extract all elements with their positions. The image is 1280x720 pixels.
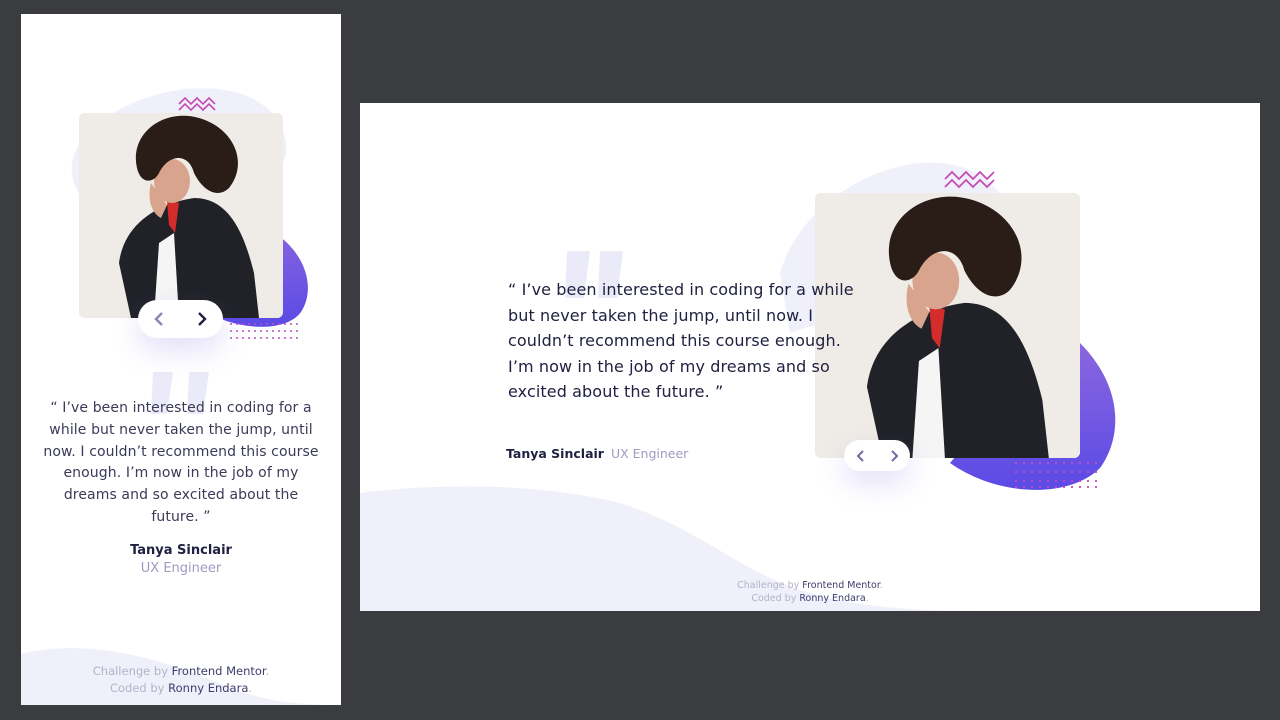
author-link[interactable]: Ronny Endara (168, 681, 248, 695)
next-button[interactable] (186, 303, 218, 335)
testimonial-quote: “ I’ve been interested in coding for a w… (43, 400, 319, 525)
attribution: Challenge by Frontend Mentor. Coded by R… (360, 579, 1260, 605)
prev-button[interactable] (143, 303, 175, 335)
author-role: UX Engineer (610, 446, 689, 461)
attribution-coded-prefix: Coded by (751, 593, 797, 604)
attribution-challenge-prefix: Challenge by (737, 580, 800, 591)
attribution-coded-prefix: Coded by (109, 681, 165, 695)
author-info: Tanya Sinclair UX Engineer (506, 446, 688, 461)
testimonial-photo (79, 113, 283, 318)
chevron-right-icon (890, 449, 898, 462)
attribution-period: . (865, 593, 869, 604)
desktop-preview: “ I’ve been interested in coding for a w… (360, 103, 1260, 611)
carousel-nav (138, 300, 223, 338)
chevron-left-icon (856, 449, 864, 462)
author-role: UX Engineer (140, 561, 222, 576)
author-link[interactable]: Ronny Endara (799, 593, 865, 604)
frontend-mentor-link[interactable]: Frontend Mentor (172, 664, 266, 678)
testimonial-quote: “ I’ve been interested in coding for a w… (508, 280, 854, 401)
next-button[interactable] (878, 440, 910, 472)
carousel-nav (844, 440, 910, 471)
attribution-challenge-prefix: Challenge by (92, 664, 169, 678)
mobile-preview: “ I’ve been interested in coding for a w… (21, 14, 341, 705)
chevron-left-icon (154, 312, 164, 326)
attribution-period: . (248, 681, 253, 695)
attribution-period: . (879, 580, 883, 591)
frontend-mentor-link[interactable]: Frontend Mentor (802, 580, 880, 591)
author-name: Tanya Sinclair (130, 543, 232, 558)
chevron-right-icon (197, 312, 207, 326)
attribution-period: . (265, 664, 270, 678)
prev-button[interactable] (845, 440, 877, 472)
author-name: Tanya Sinclair (506, 446, 604, 461)
attribution: Challenge by Frontend Mentor. Coded by R… (21, 663, 341, 697)
